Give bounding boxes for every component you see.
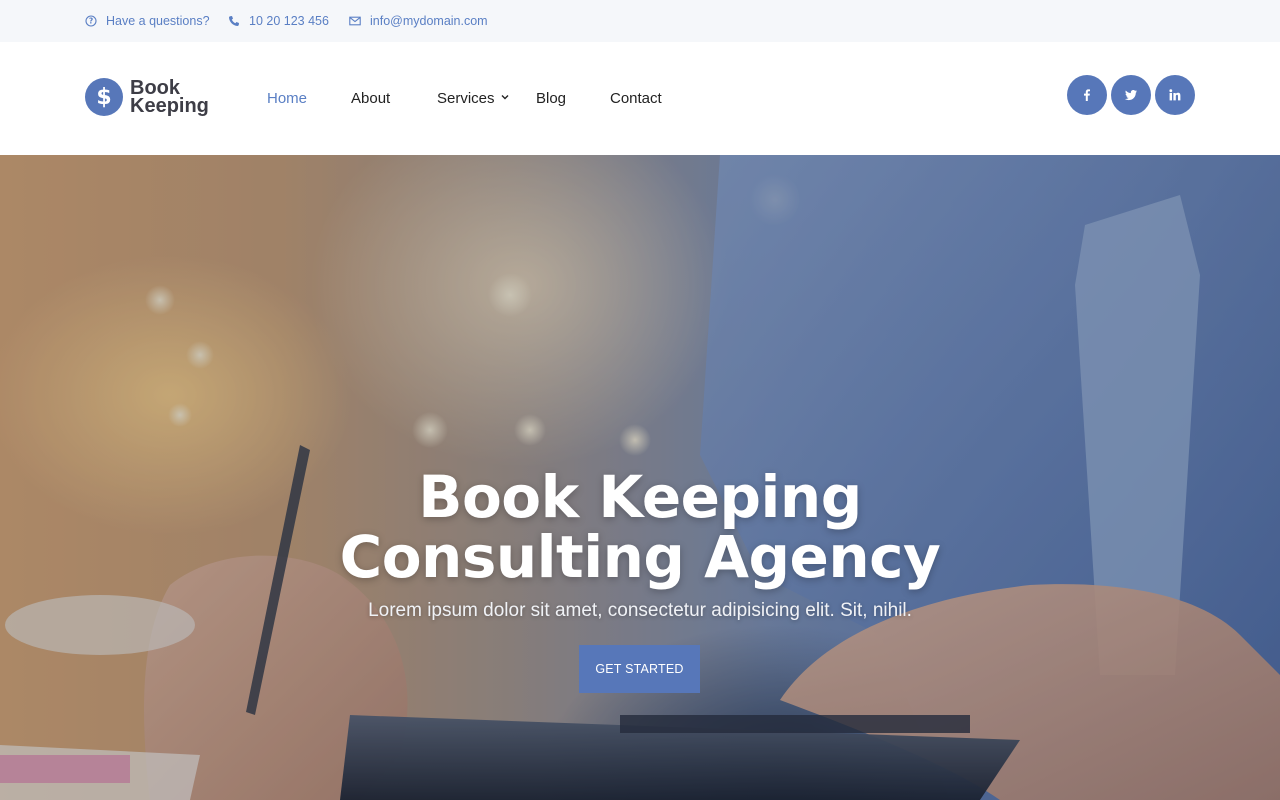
question-circle-icon: ? xyxy=(85,15,97,27)
logo-line-2: Keeping xyxy=(130,95,209,117)
envelope-icon xyxy=(349,15,361,27)
logo[interactable]: $ Book Keeping xyxy=(85,78,209,116)
social-links xyxy=(1063,75,1195,115)
email-address: info@mydomain.com xyxy=(370,14,488,28)
questions-text: Have a questions? xyxy=(106,14,210,28)
questions-info[interactable]: ? Have a questions? xyxy=(85,0,210,42)
phone-icon xyxy=(228,15,240,27)
facebook-icon xyxy=(1084,89,1090,101)
nav-about[interactable]: About xyxy=(351,84,390,114)
twitter-button[interactable] xyxy=(1111,75,1151,115)
dollar-icon: $ xyxy=(85,78,123,116)
top-bar: ? Have a questions? 10 20 123 456 info@m… xyxy=(0,0,1280,42)
logo-text: Book Keeping xyxy=(130,78,209,117)
nav-blog[interactable]: Blog xyxy=(536,84,566,114)
linkedin-button[interactable] xyxy=(1155,75,1195,115)
phone-info[interactable]: 10 20 123 456 xyxy=(228,0,329,42)
hero-section: Book Keeping Consulting Agency Lorem ips… xyxy=(0,155,1280,800)
email-info[interactable]: info@mydomain.com xyxy=(349,0,488,42)
chevron-down-icon[interactable] xyxy=(500,89,510,100)
hero-title-line-2: Consulting Agency xyxy=(339,523,941,591)
linkedin-icon xyxy=(1169,89,1181,101)
site-header: $ Book Keeping Home About Services Blog … xyxy=(0,42,1280,155)
phone-number: 10 20 123 456 xyxy=(249,14,329,28)
nav-services[interactable]: Services xyxy=(437,84,495,114)
facebook-button[interactable] xyxy=(1067,75,1107,115)
hero-subtitle: Lorem ipsum dolor sit amet, consectetur … xyxy=(368,600,912,621)
svg-text:?: ? xyxy=(89,17,93,26)
get-started-button[interactable]: GET STARTED xyxy=(579,645,700,693)
hero-title-line-1: Book Keeping xyxy=(418,463,862,531)
twitter-icon xyxy=(1125,90,1137,101)
nav-home[interactable]: Home xyxy=(267,84,307,114)
nav-contact[interactable]: Contact xyxy=(610,84,662,114)
